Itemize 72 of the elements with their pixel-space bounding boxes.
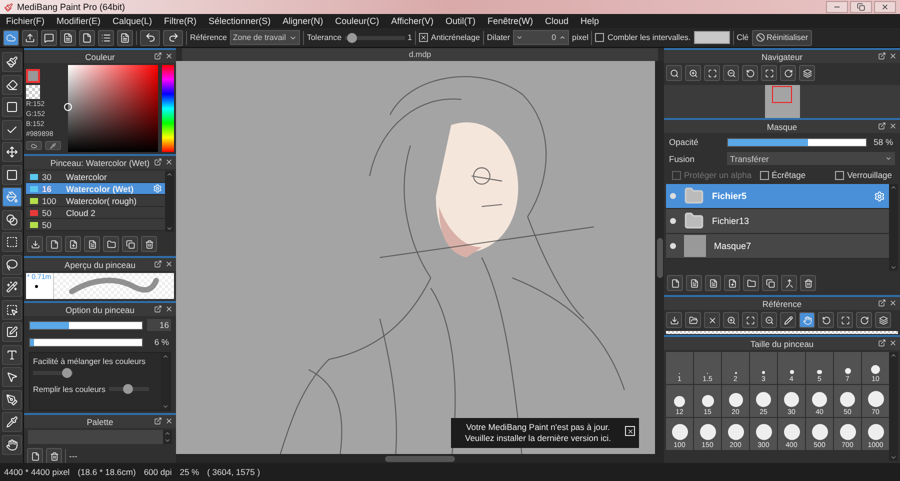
brush-size: 30 [42,172,52,182]
checkbox-label: Écrêtage [772,170,806,180]
brush-item[interactable]: 100 Watercolor( rough) [26,195,165,207]
brush-name: Watercolor [66,172,107,182]
status-text: 4400 * 4400 pixel [4,467,70,477]
brush-name: Watercolor( rough) [66,196,137,206]
opacity-label: Opacité [669,137,700,147]
palette-status: --- [69,451,78,461]
status-text: 600 dpi [144,467,172,477]
menu-item[interactable]: Fichier(F) [6,16,44,26]
layer-item[interactable]: Masque7 [666,234,889,259]
brush-size: 100 [42,196,58,206]
reset-button[interactable]: Réinitialiser [752,30,812,46]
brush-name: Watercolor (Wet) [66,184,134,194]
size-value[interactable]: 16 [147,319,171,331]
status-text: (18.6 * 18.6cm) [78,467,136,477]
panel-title: Pinceau: Watercolor (Wet) [50,158,150,168]
menu-item[interactable]: Modifier(E) [56,16,101,26]
dilate-label: Dilater [486,33,510,42]
document-tab[interactable]: d.mdp [182,48,658,61]
notice-text: Votre MediBang Paint n'est pas à jour. Veuillez installer la dernière version ici. [465,422,611,443]
layer-name: Fichier13 [712,216,750,226]
panel-title: Référence [762,298,802,308]
panel-title: Palette [86,416,114,426]
menu-item[interactable]: Help [580,16,600,26]
blend-dropdown[interactable]: Transférer [727,152,895,165]
reference-label: Référence [190,33,227,42]
menu-item[interactable]: Cloud [544,16,568,26]
brush-item[interactable]: 50 [26,219,165,231]
menu-item[interactable]: Calque(L) [112,16,152,26]
panel-title: Masque [766,122,798,132]
fill-gaps-label: Combler les intervalles. [607,33,691,42]
menu-item[interactable]: Fenêtre(W) [487,16,533,26]
checkbox-label: Verrouillage [847,170,892,180]
status-text: ( 3604, 1575 ) [207,467,260,477]
layer-name: Fichier5 [712,191,748,201]
option-label: Remplir les couleurs [33,384,106,394]
key-label: Clé [736,33,749,42]
panel-title: Taille du pinceau [750,338,814,348]
dilate-unit: pixel [572,33,588,42]
tolerance-label: Tolerance [306,33,342,42]
menu-item[interactable]: Filtre(R) [164,16,197,26]
panel-title: Option du pinceau [66,304,134,314]
option-label: Facilité à mélanger les couleurs [33,357,146,366]
blend-label: Fusion [669,154,696,164]
opacity-value: 6 % [153,336,170,348]
status-text: 25 % [180,467,200,477]
panel-title: Navigateur [761,52,803,62]
brush-size: 50 [42,208,52,218]
layer-name: Masque7 [714,241,752,251]
tolerance-value: 1 [408,33,412,42]
menu-item[interactable]: Outil(T) [445,16,476,26]
checkbox-label: Protéger un alpha [684,170,752,180]
brush-name: Cloud 2 [66,208,96,218]
canvas[interactable]: Votre MediBang Paint n'est pas à jour. Veuillez installer la dernière version ici. [176,61,655,454]
opacity-value: 58 % [872,136,894,148]
brush-size: 16 [42,184,52,194]
menu-item[interactable]: Aligner(N) [282,16,324,26]
update-toast[interactable]: Votre MediBang Paint n'est pas à jour. Veuillez installer la dernière version ici. [451,418,639,448]
antialias-label: Anticrénelage [430,33,480,42]
reference-dropdown[interactable]: Zone de travail [230,30,300,45]
brush-item[interactable]: 50 Cloud 2 [26,207,165,219]
window-title: MediBang Paint Pro (64bit) [17,2,126,12]
brush-size: 50 [42,220,52,230]
panel-title: Couleur [85,52,115,62]
menu-item[interactable]: Sélectionner(S) [208,16,271,26]
menu-item[interactable]: Afficher(V) [391,16,434,26]
panel-title: Aperçu du pinceau [64,260,136,270]
menu-item[interactable]: Couleur(C) [335,16,380,26]
layer-item[interactable]: Fichier13 [666,209,889,234]
dilate-spinner[interactable]: 0 [513,30,570,45]
brush-item[interactable]: 30 Watercolor [26,171,165,183]
